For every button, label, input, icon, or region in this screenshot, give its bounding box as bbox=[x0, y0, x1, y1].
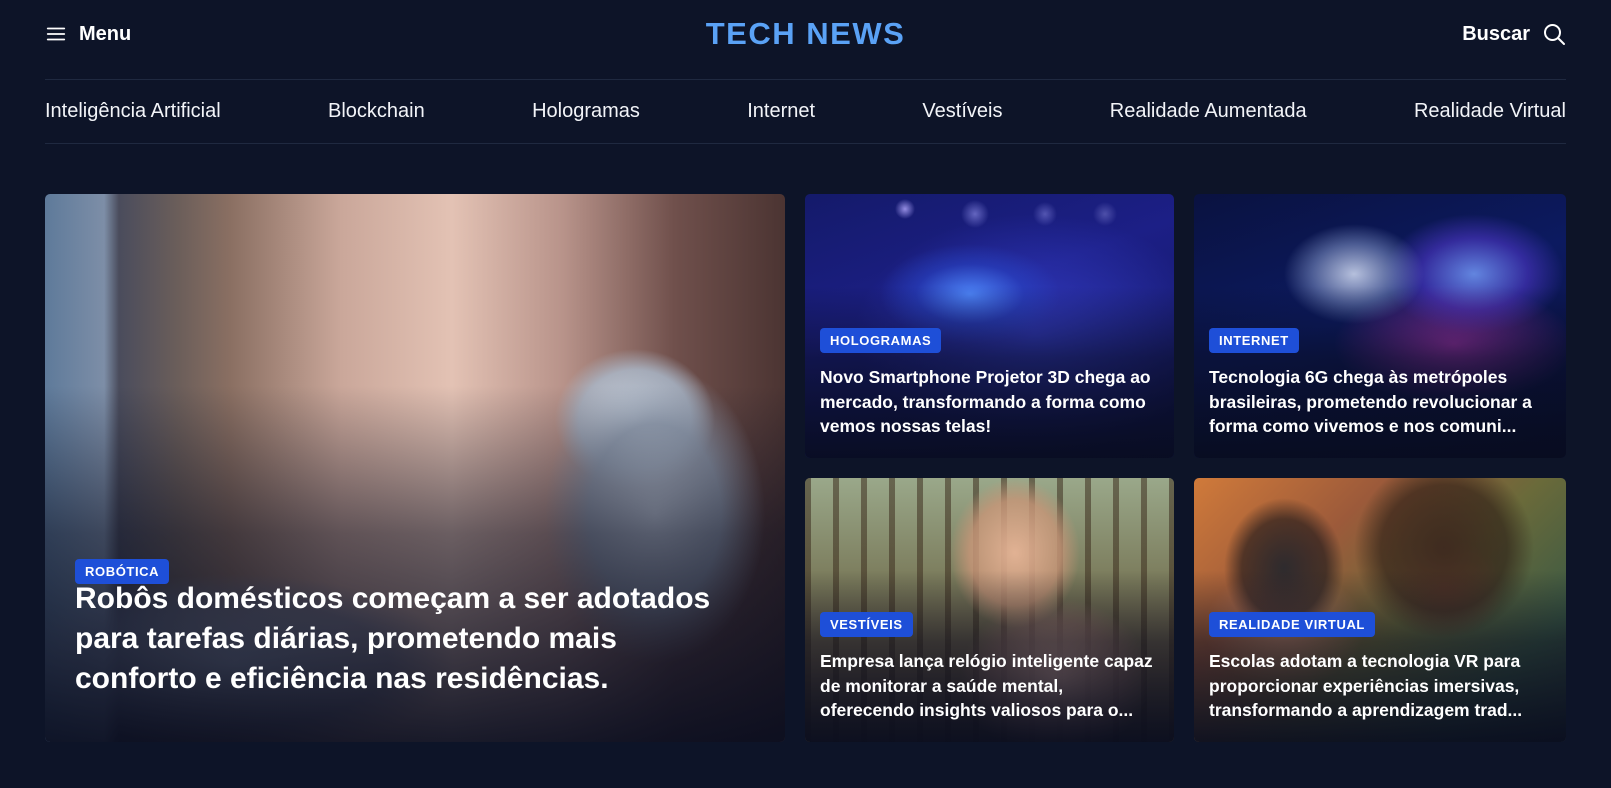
featured-article-title[interactable]: Robôs domésticos começam a ser adotados … bbox=[75, 579, 745, 699]
article-title[interactable]: Empresa lança relógio inteligente capaz … bbox=[820, 649, 1156, 723]
category-badge[interactable]: VESTÍVEIS bbox=[820, 612, 913, 637]
featured-article-card[interactable]: ROBÓTICA Robôs domésticos começam a ser … bbox=[45, 194, 785, 742]
article-card-hologramas[interactable]: HOLOGRAMAS Novo Smartphone Projetor 3D c… bbox=[805, 194, 1174, 458]
nav-item-inteligencia-artificial[interactable]: Inteligência Artificial bbox=[45, 100, 221, 123]
category-badge[interactable]: REALIDADE VIRTUAL bbox=[1209, 612, 1375, 637]
article-title[interactable]: Escolas adotam a tecnologia VR para prop… bbox=[1209, 649, 1548, 723]
menu-button[interactable]: Menu bbox=[45, 22, 131, 46]
nav-item-realidade-aumentada[interactable]: Realidade Aumentada bbox=[1110, 100, 1307, 123]
search-icon bbox=[1544, 24, 1565, 45]
category-nav: Inteligência Artificial Blockchain Holog… bbox=[45, 80, 1566, 144]
site-header: Menu TECH NEWS Buscar bbox=[45, 0, 1566, 80]
article-title[interactable]: Novo Smartphone Projetor 3D chega ao mer… bbox=[820, 365, 1156, 439]
nav-item-realidade-virtual[interactable]: Realidade Virtual bbox=[1414, 100, 1566, 123]
article-title[interactable]: Tecnologia 6G chega às metrópoles brasil… bbox=[1209, 365, 1548, 439]
search-button[interactable]: Buscar bbox=[1462, 21, 1566, 47]
category-badge[interactable]: INTERNET bbox=[1209, 328, 1299, 353]
nav-item-internet[interactable]: Internet bbox=[747, 100, 815, 123]
article-card-realidade-virtual[interactable]: REALIDADE VIRTUAL Escolas adotam a tecno… bbox=[1194, 478, 1566, 742]
site-logo[interactable]: TECH NEWS bbox=[45, 16, 1566, 52]
search-label: Buscar bbox=[1462, 22, 1530, 45]
category-badge[interactable]: HOLOGRAMAS bbox=[820, 328, 942, 353]
menu-label: Menu bbox=[79, 22, 132, 45]
nav-item-hologramas[interactable]: Hologramas bbox=[532, 100, 640, 123]
nav-item-vestiveis[interactable]: Vestíveis bbox=[922, 100, 1002, 123]
hamburger-icon bbox=[46, 27, 66, 41]
nav-item-blockchain[interactable]: Blockchain bbox=[328, 100, 425, 123]
article-card-internet[interactable]: INTERNET Tecnologia 6G chega às metrópol… bbox=[1194, 194, 1566, 458]
article-card-vestiveis[interactable]: VESTÍVEIS Empresa lança relógio intelige… bbox=[805, 478, 1174, 742]
